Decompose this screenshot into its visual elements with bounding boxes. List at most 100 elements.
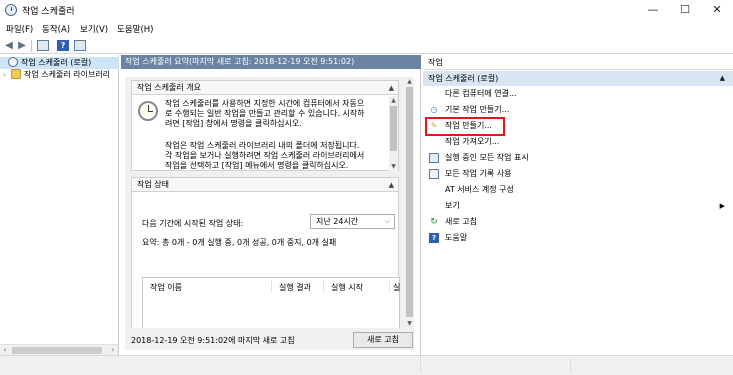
task-status-section-header[interactable]: 작업 상태 ▲ (132, 178, 398, 192)
column-divider (271, 280, 272, 292)
menu-bar: 파일(F) 동작(A) 보기(V) 도움말(H) (0, 21, 733, 38)
toolbar: ◀ ▶ ? (0, 38, 733, 54)
scroll-down-icon[interactable]: ▼ (405, 319, 414, 328)
back-arrow-icon[interactable]: ◀ (3, 40, 15, 51)
overview-section: 작업 스케줄러 개요 ▲ 작업 스케줄러를 사용하면 지정한 시간에 컴퓨터에서… (131, 80, 399, 171)
column-divider (323, 280, 324, 292)
column-divider (389, 280, 390, 292)
close-button[interactable]: ✕ (701, 0, 733, 21)
status-summary: 요약: 총 0개 - 0개 실행 중, 0개 성공, 0개 중지, 0개 실패 (142, 238, 337, 247)
folder-icon (11, 69, 21, 79)
summary-header: 작업 스케줄러 요약(마지막 새로 고침: 2018-12-19 오전 9:51… (121, 55, 421, 69)
menu-help[interactable]: 도움말(H) (117, 23, 153, 35)
action-label: 모든 작업 기록 사용 (445, 169, 512, 178)
title-bar: 작업 스케줄러 — ☐ ✕ (0, 0, 733, 21)
overview-line: 각 작업을 보거나 실행하려면 작업 스케줄러 라이브러리에서 (165, 151, 365, 160)
expand-chevron-icon[interactable]: › (0, 69, 11, 81)
status-bar-cell (421, 358, 571, 373)
task-scheduler-app-icon (5, 4, 17, 16)
status-period-label: 다음 기간에 시작된 작업 상태: (142, 219, 244, 228)
collapse-chevron-icon[interactable]: ▲ (389, 81, 394, 95)
action-label: 보기 (445, 201, 460, 210)
console-tree: 작업 스케줄러 (로컬) › 작업 스케줄러 라이브러리 ‹ › (0, 55, 119, 355)
overview-line: 로 수행되는 일반 작업을 만들고 관리할 수 있습니다. 시작하 (165, 109, 365, 118)
action-label: 작업 가져오기... (445, 137, 500, 146)
collapse-chevron-icon[interactable]: ▲ (389, 178, 394, 192)
minimize-button[interactable]: — (637, 0, 669, 21)
summary-body: 작업 스케줄러 개요 ▲ 작업 스케줄러를 사용하면 지정한 시간에 컴퓨터에서… (125, 77, 405, 347)
action-configure-at-service[interactable]: AT 서비스 계정 구성 (423, 183, 733, 197)
action-label: AT 서비스 계정 구성 (445, 185, 514, 194)
last-refresh-text: 2018-12-19 오전 9:51:02에 마지막 새로 고침 (131, 336, 295, 345)
action-label: 도움말 (445, 233, 468, 242)
task-status-section: 작업 상태 ▲ 다음 기간에 시작된 작업 상태: 지난 24시간 ⌵ 요약: … (131, 177, 400, 347)
status-bar-cell (0, 358, 421, 373)
overview-scrollbar[interactable]: ▲ ▼ (389, 96, 398, 171)
scroll-up-icon[interactable]: ▲ (389, 96, 398, 105)
toolbar-separator (31, 40, 32, 52)
summary-scrollbar[interactable]: ▲ ▼ (405, 77, 414, 328)
actions-title: 작업 (423, 55, 733, 70)
help-icon[interactable]: ? (57, 40, 69, 51)
tree-item-task-scheduler-local[interactable]: 작업 스케줄러 (로컬) (0, 57, 119, 69)
submenu-arrow-icon: ▶ (719, 202, 725, 210)
action-label: 실행 중인 모든 작업 표시 (445, 153, 529, 162)
group-label: 작업 스케줄러 (로컬) (428, 74, 499, 83)
action-label: 기본 작업 만들기... (445, 105, 510, 114)
summary-pane: 작업 스케줄러 요약(마지막 새로 고침: 2018-12-19 오전 9:51… (121, 55, 421, 355)
status-period-dropdown[interactable]: 지난 24시간 ⌵ (310, 214, 395, 229)
menu-file[interactable]: 파일(F) (6, 23, 33, 35)
show-hide-action-pane-icon[interactable] (74, 40, 86, 51)
running-tasks-icon (429, 153, 439, 163)
column-header-run-end[interactable]: 실 (393, 282, 400, 293)
overview-section-header[interactable]: 작업 스케줄러 개요 ▲ (132, 81, 398, 95)
action-enable-history[interactable]: 모든 작업 기록 사용 (423, 167, 733, 181)
action-create-basic-task[interactable]: ◷ 기본 작업 만들기... (423, 103, 733, 117)
actions-group-header[interactable]: 작업 스케줄러 (로컬) ▲ (423, 71, 733, 86)
action-refresh[interactable]: ↻ 새로 고침 (423, 215, 733, 229)
scroll-up-icon[interactable]: ▲ (405, 77, 414, 86)
column-header-run-start[interactable]: 실행 시작 (331, 282, 363, 293)
action-label: 새로 고침 (445, 217, 477, 226)
section-title: 작업 스케줄러 개요 (137, 83, 201, 92)
menu-action[interactable]: 동작(A) (42, 23, 70, 35)
chevron-down-icon: ⌵ (384, 217, 390, 225)
scrollbar-thumb[interactable] (406, 87, 413, 317)
tree-item-label: 작업 스케줄러 라이브러리 (24, 70, 111, 79)
scheduler-clock-icon (138, 101, 158, 121)
highlight-box (425, 117, 505, 136)
tree-item-task-scheduler-library[interactable]: › 작업 스케줄러 라이브러리 (0, 69, 119, 81)
column-header-run-result[interactable]: 실행 결과 (279, 282, 311, 293)
clock-icon (8, 57, 18, 67)
action-label: 다른 컴퓨터에 연결... (445, 89, 517, 98)
show-hide-console-tree-icon[interactable] (37, 40, 49, 51)
overview-line: 작업을 선택하고 [작업] 메뉴에서 명령을 클릭하십시오. (165, 161, 349, 170)
dropdown-value: 지난 24시간 (316, 217, 359, 226)
maximize-button[interactable]: ☐ (669, 0, 701, 21)
scrollbar-thumb[interactable] (390, 106, 397, 151)
help-icon: ? (429, 233, 439, 243)
scroll-down-icon[interactable]: ▼ (389, 162, 398, 171)
history-icon (429, 169, 439, 179)
column-header-task-name[interactable]: 작업 이름 (150, 282, 182, 293)
overview-line: 작업 스케줄러를 사용하면 지정한 시간에 컴퓨터에서 자동으 (165, 99, 365, 108)
scrollbar-thumb[interactable] (12, 347, 102, 354)
section-title: 작업 상태 (137, 180, 169, 189)
refresh-icon: ↻ (430, 217, 438, 227)
status-bar (0, 355, 733, 375)
refresh-button[interactable]: 새로 고침 (353, 332, 413, 348)
menu-view[interactable]: 보기(V) (80, 23, 108, 35)
forward-arrow-icon[interactable]: ▶ (16, 40, 28, 51)
action-view[interactable]: 보기 ▶ (423, 199, 733, 213)
tree-horizontal-scrollbar[interactable]: ‹ › (0, 344, 118, 355)
overview-line: 작업은 작업 스케줄러 라이브러리 내의 폴더에 저장됩니다. (165, 141, 360, 150)
action-display-running-tasks[interactable]: 실행 중인 모든 작업 표시 (423, 151, 733, 165)
collapse-triangle-icon[interactable]: ▲ (720, 71, 725, 86)
window-title: 작업 스케줄러 (22, 7, 75, 17)
action-connect-other-computer[interactable]: 다른 컴퓨터에 연결... (423, 87, 733, 101)
tree-item-label: 작업 스케줄러 (로컬) (21, 58, 92, 67)
action-help[interactable]: ? 도움말 (423, 231, 733, 245)
basic-task-icon: ◷ (430, 105, 438, 114)
summary-footer: 2018-12-19 오전 9:51:02에 마지막 새로 고침 새로 고침 (125, 328, 414, 350)
action-import-task[interactable]: 작업 가져오기... (423, 135, 733, 149)
